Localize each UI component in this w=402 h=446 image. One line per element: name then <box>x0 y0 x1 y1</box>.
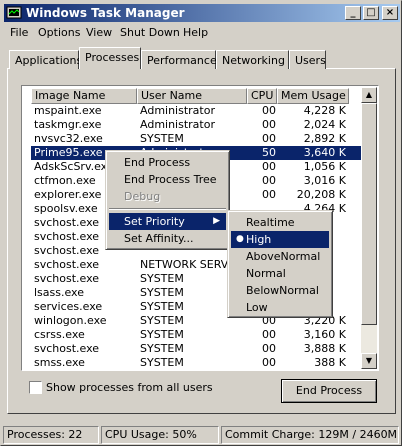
cell-user-name: SYSTEM <box>140 342 184 355</box>
cell-mem-usage: 3,888 K <box>303 342 346 355</box>
vertical-scrollbar[interactable]: ▲ ▼ <box>361 87 377 369</box>
cell-image-name: csrss.exe <box>34 328 85 341</box>
scroll-up-icon[interactable]: ▲ <box>361 87 377 103</box>
column-user-name[interactable]: User Name <box>137 88 247 104</box>
cell-cpu: 00 <box>262 118 276 131</box>
title-bar[interactable]: Windows Task Manager _ □ × <box>4 4 400 22</box>
status-bar: Processes: 22 CPU Usage: 50% Commit Char… <box>3 426 399 444</box>
cell-cpu: 50 <box>262 146 276 159</box>
priority-normal[interactable]: Normal <box>231 265 329 282</box>
task-manager-icon <box>6 6 22 19</box>
cell-image-name: winlogon.exe <box>34 314 107 327</box>
cell-mem-usage: 4,228 K <box>303 104 346 117</box>
cell-user-name: SYSTEM <box>140 356 184 369</box>
cell-image-name: svchost.exe <box>34 342 100 355</box>
priority-belownormal[interactable]: BelowNormal <box>231 282 329 299</box>
cell-mem-usage: 2,892 K <box>303 132 346 145</box>
cell-image-name: svchost.exe <box>34 272 100 285</box>
tab-networking[interactable]: Networking <box>216 50 289 69</box>
cell-user-name: SYSTEM <box>140 328 184 341</box>
menu-debug: Debug <box>124 190 161 203</box>
cell-cpu: 00 <box>262 328 276 341</box>
minimize-icon[interactable]: _ <box>345 6 361 20</box>
menu-end-process[interactable]: End Process <box>109 154 226 171</box>
close-icon[interactable]: × <box>382 6 398 20</box>
menu-bar: File Options View Shut Down Help <box>4 23 400 42</box>
cell-image-name: lsass.exe <box>34 286 84 299</box>
cell-mem-usage: 388 K <box>314 356 346 369</box>
tab-users[interactable]: Users <box>289 50 326 69</box>
cell-image-name: svchost.exe <box>34 258 100 271</box>
priority-high-label: High <box>246 233 272 246</box>
cell-mem-usage: 3,016 K <box>303 174 346 187</box>
cell-user-name: SYSTEM <box>140 132 184 145</box>
menu-options[interactable]: Options <box>38 26 80 39</box>
status-processes: Processes: 22 <box>3 426 99 444</box>
menu-help[interactable]: Help <box>183 26 208 39</box>
priority-high[interactable]: ● High <box>231 231 329 248</box>
cell-mem-usage: 2,024 K <box>303 118 346 131</box>
checkbox-label: Show processes from all users <box>46 381 213 394</box>
menu-set-priority[interactable]: Set Priority ▶ <box>109 213 226 230</box>
end-process-button[interactable]: End Process <box>281 379 377 403</box>
cell-cpu: 00 <box>262 104 276 117</box>
status-commit-charge: Commit Charge: 129M / 2460M <box>221 426 399 444</box>
table-row[interactable]: nvsvc32.exe SYSTEM 00 2,892 K <box>31 132 367 146</box>
menu-separator <box>109 208 226 210</box>
priority-realtime[interactable]: Realtime <box>231 214 329 231</box>
cell-image-name: taskmgr.exe <box>34 118 102 131</box>
cell-cpu: 00 <box>262 132 276 145</box>
radio-bullet-icon: ● <box>236 234 244 244</box>
column-mem-usage[interactable]: Mem Usage <box>277 88 349 104</box>
cell-mem-usage: 3,640 K <box>303 146 346 159</box>
cell-mem-usage: 20,208 K <box>296 188 346 201</box>
priority-abovenormal[interactable]: AboveNormal <box>231 248 329 265</box>
cell-mem-usage: 1,056 K <box>303 160 346 173</box>
menu-file[interactable]: File <box>10 26 28 39</box>
cell-image-name: services.exe <box>34 300 103 313</box>
scroll-down-icon[interactable]: ▼ <box>361 353 377 369</box>
context-menu: End Process End Process Tree Debug Set P… <box>105 150 230 250</box>
table-row[interactable]: taskmgr.exe Administrator 00 2,024 K <box>31 118 367 132</box>
scroll-thumb[interactable] <box>361 103 377 325</box>
cell-cpu: 00 <box>262 356 276 369</box>
cell-image-name: mspaint.exe <box>34 104 102 117</box>
submenu-arrow-icon: ▶ <box>213 216 220 226</box>
column-cpu[interactable]: CPU <box>247 88 277 104</box>
cell-cpu: 00 <box>262 342 276 355</box>
table-row[interactable]: svchost.exe SYSTEM 00 3,888 K <box>31 342 367 356</box>
cell-user-name: Administrator <box>140 104 215 117</box>
menu-end-process-tree[interactable]: End Process Tree <box>109 171 226 188</box>
table-row[interactable]: csrss.exe SYSTEM 00 3,160 K <box>31 328 367 342</box>
cell-image-name: nvsvc32.exe <box>34 132 103 145</box>
menu-shut-down[interactable]: Shut Down <box>120 26 180 39</box>
tab-applications[interactable]: Applications <box>9 50 82 69</box>
list-header: Image Name User Name CPU Mem Usage <box>31 88 367 104</box>
priority-low[interactable]: Low <box>231 299 329 316</box>
checkbox-box[interactable] <box>29 381 42 394</box>
cell-cpu: 00 <box>262 188 276 201</box>
cell-image-name: smss.exe <box>34 356 85 369</box>
menu-set-affinity[interactable]: Set Affinity... <box>109 230 226 247</box>
status-cpu-usage: CPU Usage: 50% <box>101 426 219 444</box>
cell-cpu: 00 <box>262 174 276 187</box>
table-row[interactable]: mspaint.exe Administrator 00 4,228 K <box>31 104 367 118</box>
tab-processes[interactable]: Processes <box>79 47 141 69</box>
tab-performance[interactable]: Performance <box>141 50 217 69</box>
menu-view[interactable]: View <box>86 26 112 39</box>
cell-cpu: 00 <box>262 160 276 173</box>
table-row[interactable]: smss.exe SYSTEM 00 388 K <box>31 356 367 370</box>
priority-submenu: Realtime ● High AboveNormal Normal Below… <box>227 210 333 318</box>
column-image-name[interactable]: Image Name <box>31 88 137 104</box>
maximize-icon[interactable]: □ <box>363 6 379 20</box>
cell-user-name: Administrator <box>140 118 215 131</box>
menu-set-priority-label: Set Priority <box>124 215 185 228</box>
window-title: Windows Task Manager <box>26 6 185 20</box>
cell-mem-usage: 3,160 K <box>303 328 346 341</box>
